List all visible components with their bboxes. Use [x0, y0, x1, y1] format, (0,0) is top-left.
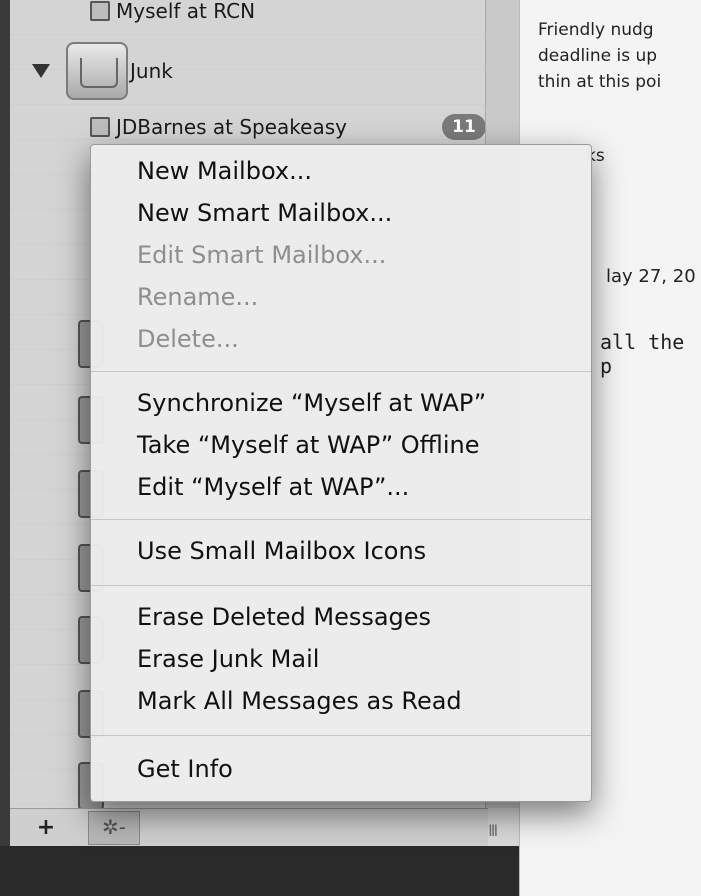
menu-item-take-offline[interactable]: Take “Myself at WAP” Offline [137, 431, 480, 459]
menu-item-delete: Delete... [137, 325, 239, 353]
unread-count-badge: 11 [442, 114, 486, 140]
disclosure-triangle-icon[interactable] [32, 64, 50, 78]
menu-item-rename: Rename... [137, 283, 259, 311]
sidebar-item-myself-rcn[interactable]: Myself at RCN [90, 0, 255, 28]
menu-separator [91, 519, 591, 520]
menu-item-edit-account[interactable]: Edit “Myself at WAP”... [137, 473, 409, 501]
menu-item-small-icons[interactable]: Use Small Mailbox Icons [137, 537, 426, 565]
menu-item-erase-junk[interactable]: Erase Junk Mail [137, 645, 319, 673]
mailbox-tray-icon [90, 1, 110, 21]
message-line: deadline is up [538, 46, 658, 66]
action-menu-button[interactable]: ✲- [88, 811, 140, 845]
mailbox-tray-icon [90, 117, 110, 137]
menu-separator [91, 371, 591, 372]
reply-header: lay 27, 20 [606, 266, 696, 287]
menu-item-new-mailbox[interactable]: New Mailbox... [137, 157, 312, 185]
sidebar-bottom-toolbar: + ✲- III [10, 808, 498, 847]
resize-handle[interactable]: III [488, 821, 498, 840]
window-bottom-edge [0, 846, 565, 896]
sidebar-item-junk[interactable]: Junk [130, 54, 173, 88]
junk-mailbox-icon [66, 42, 128, 100]
menu-item-edit-smart-mailbox: Edit Smart Mailbox... [137, 241, 387, 269]
menu-item-mark-all-read[interactable]: Mark All Messages as Read [137, 687, 462, 715]
mailbox-context-menu: New Mailbox... New Smart Mailbox... Edit… [90, 144, 592, 802]
window-frame-edge [0, 0, 10, 846]
sidebar-item-jdbarnes-speakeasy[interactable]: JDBarnes at Speakeasy [90, 110, 347, 144]
quoted-text: all the p [600, 330, 685, 378]
message-line: Friendly nudg [538, 20, 654, 40]
menu-separator [91, 735, 591, 736]
menu-separator [91, 585, 591, 586]
add-mailbox-button[interactable]: + [26, 817, 66, 841]
menu-item-get-info[interactable]: Get Info [137, 755, 233, 783]
menu-item-synchronize[interactable]: Synchronize “Myself at WAP” [137, 389, 486, 417]
menu-item-new-smart-mailbox[interactable]: New Smart Mailbox... [137, 199, 392, 227]
message-line: thin at this poi [538, 72, 662, 92]
menu-item-erase-deleted[interactable]: Erase Deleted Messages [137, 603, 431, 631]
